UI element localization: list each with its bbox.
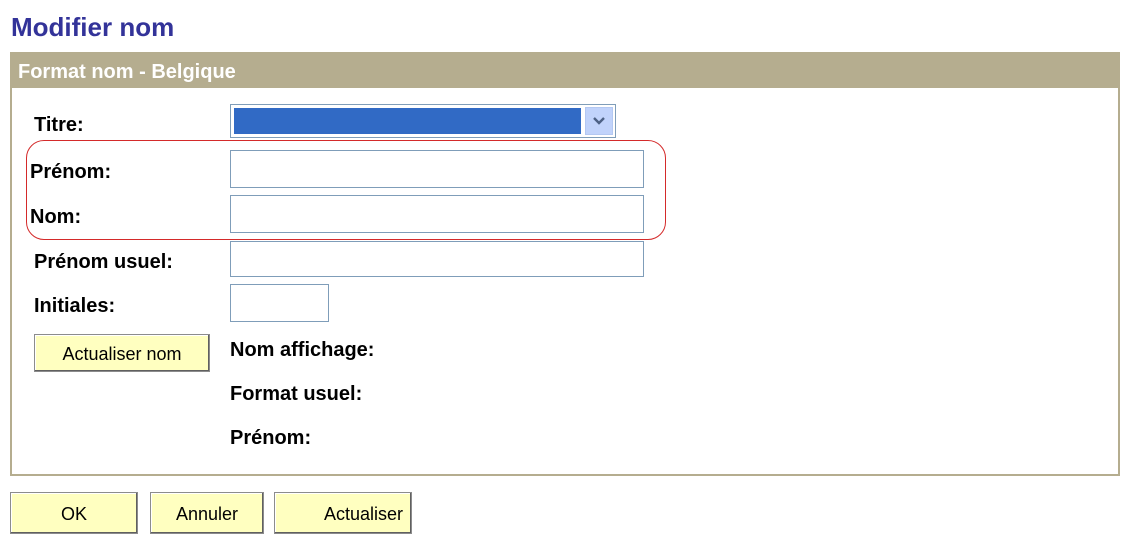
panel-header: Format nom - Belgique bbox=[12, 54, 1118, 88]
page-title: Modifier nom bbox=[11, 12, 175, 42]
usual-format-label: Format usuel: bbox=[230, 383, 363, 405]
first-name-input[interactable] bbox=[230, 150, 644, 188]
title-select-value bbox=[234, 108, 581, 134]
update-name-button[interactable]: Actualiser nom bbox=[34, 334, 210, 372]
first-name-label: Prénom: bbox=[30, 161, 112, 183]
refresh-button[interactable]: Actualiser bbox=[274, 492, 412, 534]
chevron-down-icon bbox=[593, 117, 605, 125]
cancel-button[interactable]: Annuler bbox=[150, 492, 264, 534]
title-select[interactable] bbox=[230, 104, 616, 138]
initials-label: Initiales: bbox=[34, 295, 116, 317]
last-name-input[interactable] bbox=[230, 195, 644, 233]
title-label: Titre: bbox=[34, 114, 84, 136]
preferred-name-input[interactable] bbox=[230, 241, 644, 277]
select-arrow-button[interactable] bbox=[585, 107, 613, 135]
first-name-display-label: Prénom: bbox=[230, 427, 312, 449]
display-name-label: Nom affichage: bbox=[230, 339, 375, 361]
ok-button[interactable]: OK bbox=[10, 492, 138, 534]
initials-input[interactable] bbox=[230, 284, 329, 322]
preferred-name-label: Prénom usuel: bbox=[34, 251, 173, 273]
last-name-label: Nom: bbox=[30, 206, 82, 228]
name-format-panel: Format nom - Belgique Titre: Prénom: Nom… bbox=[10, 52, 1120, 476]
